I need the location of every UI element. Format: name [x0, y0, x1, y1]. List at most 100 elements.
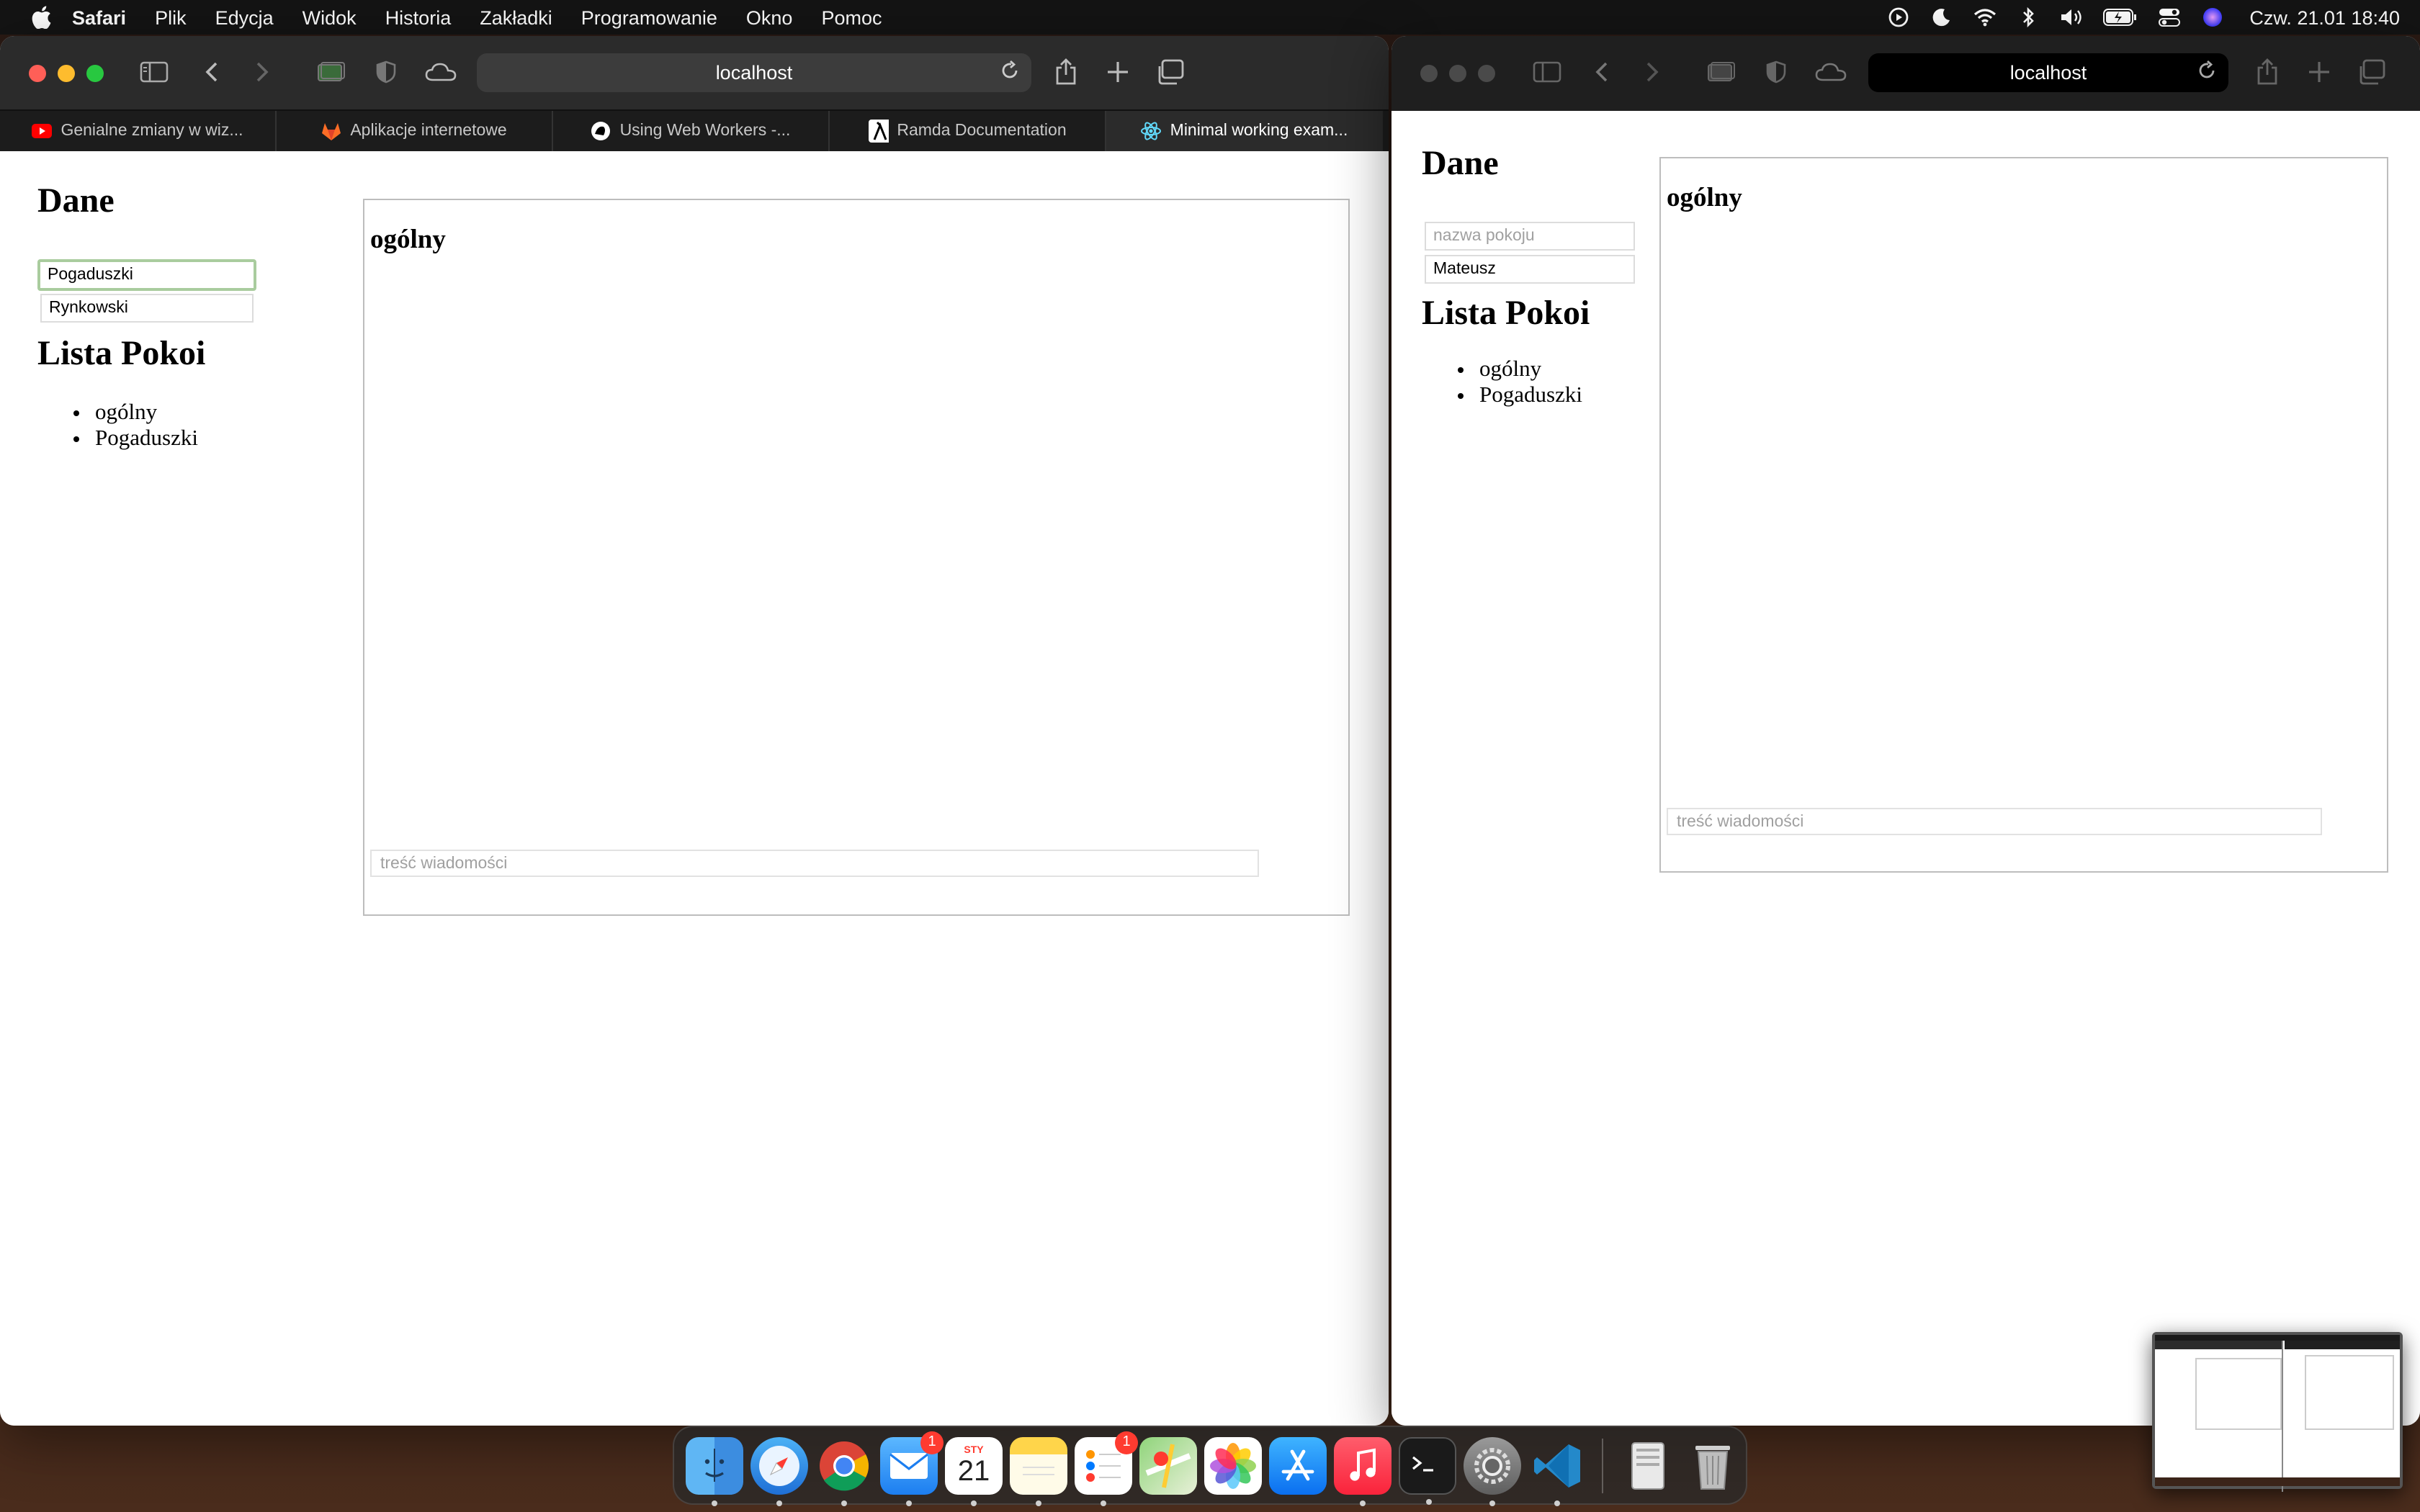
menu-app-name[interactable]: Safari	[72, 6, 126, 28]
new-tab-icon[interactable]	[2302, 55, 2336, 89]
react-icon	[1141, 121, 1162, 141]
room-item[interactable]: ogólny	[95, 400, 198, 426]
menu-edit[interactable]: Edycja	[215, 6, 274, 28]
menu-window[interactable]: Okno	[746, 6, 793, 28]
room-name-input[interactable]: nazwa pokoju	[1425, 222, 1635, 251]
siri-icon[interactable]	[2200, 6, 2223, 29]
menu-help[interactable]: Pomoc	[821, 6, 882, 28]
moon-icon[interactable]	[1930, 6, 1953, 29]
safari-window-right: localhost Dane nazwa pokoju Mateusz List…	[1392, 36, 2420, 1426]
wifi-icon[interactable]	[1973, 6, 1996, 29]
minimize-button[interactable]	[1449, 65, 1466, 82]
music-icon[interactable]	[1334, 1436, 1392, 1506]
tab-label: Using Web Workers -...	[619, 122, 791, 140]
reminders-badge: 1	[1115, 1431, 1138, 1454]
tab-group-icon[interactable]	[314, 55, 349, 89]
minimize-button[interactable]	[58, 64, 75, 81]
message-input[interactable]: treść wiadomości	[1667, 808, 2322, 835]
volume-icon[interactable]	[2059, 6, 2082, 29]
notes-icon[interactable]	[1010, 1436, 1067, 1506]
privacy-shield-icon[interactable]	[1759, 55, 1793, 89]
mail-icon[interactable]: 1	[880, 1431, 944, 1506]
room-item[interactable]: ogólny	[1479, 357, 1582, 383]
close-button[interactable]	[29, 64, 46, 81]
reload-icon[interactable]	[2197, 60, 2220, 84]
close-button[interactable]	[1420, 65, 1438, 82]
youtube-icon	[32, 121, 53, 141]
tab-gitlab[interactable]: Aplikacje internetowe	[277, 111, 553, 151]
control-center-icon[interactable]	[2157, 6, 2180, 29]
play-circle-icon[interactable]	[1886, 6, 1909, 29]
tab-overview-icon[interactable]	[1152, 55, 1187, 89]
menu-clock[interactable]: Czw. 21.01 18:40	[2249, 6, 2400, 28]
forward-icon[interactable]	[1635, 55, 1670, 89]
back-icon[interactable]	[194, 55, 229, 89]
icloud-icon[interactable]	[1814, 55, 1848, 89]
calendar-icon[interactable]: STY 21	[945, 1436, 1003, 1506]
menu-bookmarks[interactable]: Zakładki	[480, 6, 552, 28]
tab-group-icon[interactable]	[1704, 55, 1739, 89]
finder-icon[interactable]	[686, 1436, 743, 1506]
reload-icon[interactable]	[1000, 60, 1023, 84]
tab-label: Ramda Documentation	[897, 122, 1067, 140]
sidebar-toggle-icon[interactable]	[1530, 55, 1564, 89]
documents-icon[interactable]	[1619, 1436, 1677, 1494]
tab-ramda[interactable]: Ramda Documentation	[830, 111, 1106, 151]
reminders-icon[interactable]: 1	[1075, 1431, 1138, 1506]
message-input[interactable]: treść wiadomości	[370, 850, 1259, 877]
share-icon[interactable]	[1049, 55, 1083, 89]
page-content-right: Dane nazwa pokoju Mateusz Lista Pokoi og…	[1392, 111, 2420, 1426]
safari-window-left: localhost Genialne zmiany w wiz... Aplik…	[0, 36, 1389, 1426]
vscode-icon[interactable]	[1528, 1436, 1586, 1506]
mail-badge: 1	[920, 1431, 944, 1454]
sidebar-toggle-icon[interactable]	[137, 55, 171, 89]
screenshot-thumbnail[interactable]	[2152, 1332, 2403, 1492]
ramda-icon	[868, 120, 889, 143]
dock-separator	[1602, 1438, 1603, 1493]
tab-minimal-example[interactable]: Minimal working exam...	[1106, 111, 1383, 151]
share-icon[interactable]	[2250, 55, 2285, 89]
maps-icon[interactable]	[1139, 1436, 1197, 1494]
data-heading: Dane	[1422, 145, 1499, 183]
icloud-icon[interactable]	[424, 55, 458, 89]
tab-mdn[interactable]: Using Web Workers -...	[553, 111, 830, 151]
address-text: localhost	[715, 62, 793, 84]
tab-label: Minimal working exam...	[1170, 122, 1348, 140]
chrome-icon[interactable]	[815, 1436, 873, 1506]
menu-file[interactable]: Plik	[155, 6, 187, 28]
zoom-button[interactable]	[86, 64, 104, 81]
tab-overview-icon[interactable]	[2354, 55, 2388, 89]
room-name-input[interactable]: Pogaduszki	[37, 259, 256, 291]
new-tab-icon[interactable]	[1101, 55, 1135, 89]
address-bar[interactable]: localhost	[477, 53, 1031, 92]
terminal-icon[interactable]	[1399, 1436, 1456, 1504]
menu-view[interactable]: Widok	[302, 6, 357, 28]
gitlab-icon	[321, 121, 341, 141]
forward-icon[interactable]	[245, 55, 279, 89]
zoom-button[interactable]	[1478, 65, 1495, 82]
apple-icon[interactable]	[32, 6, 52, 29]
menu-develop[interactable]: Programowanie	[581, 6, 717, 28]
tab-youtube[interactable]: Genialne zmiany w wiz...	[0, 111, 277, 151]
photos-icon[interactable]	[1204, 1436, 1262, 1494]
data-heading: Dane	[37, 183, 115, 220]
battery-icon[interactable]	[2102, 6, 2137, 29]
username-input[interactable]: Mateusz	[1425, 255, 1635, 284]
system-preferences-icon[interactable]	[1464, 1436, 1521, 1506]
privacy-shield-icon[interactable]	[369, 55, 403, 89]
app-store-icon[interactable]	[1269, 1436, 1327, 1494]
safari-icon[interactable]	[750, 1436, 808, 1506]
mdn-icon	[591, 121, 611, 141]
room-item[interactable]: Pogaduszki	[95, 426, 198, 452]
room-item[interactable]: Pogaduszki	[1479, 383, 1582, 409]
address-bar[interactable]: localhost	[1868, 53, 2228, 92]
back-icon[interactable]	[1585, 55, 1619, 89]
username-input[interactable]: Rynkowski	[40, 294, 254, 323]
window-controls	[1420, 65, 1495, 82]
address-text: localhost	[2009, 62, 2087, 84]
toolbar-left: localhost	[0, 36, 1389, 109]
menu-history[interactable]: Historia	[385, 6, 452, 28]
calendar-month: STY	[964, 1445, 984, 1455]
bluetooth-icon[interactable]	[2016, 6, 2039, 29]
trash-icon[interactable]	[1684, 1436, 1742, 1494]
